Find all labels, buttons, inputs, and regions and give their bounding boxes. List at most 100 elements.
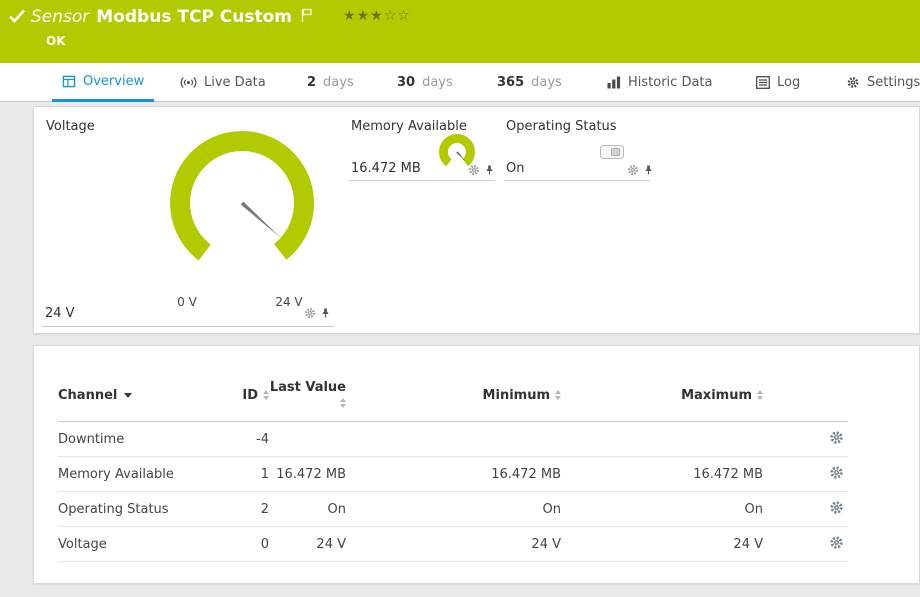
table-row[interactable]: Memory Available 1 16.472 MB 16.472 MB 1… bbox=[58, 457, 848, 492]
priority-stars[interactable]: ★★★☆☆ bbox=[343, 8, 411, 24]
pin-icon[interactable] bbox=[320, 307, 331, 319]
channel-last-value: 16.472 MB bbox=[269, 457, 346, 492]
pin-icon[interactable] bbox=[484, 164, 495, 176]
voltage-current-value: 24 V bbox=[45, 306, 75, 321]
sort-icon bbox=[263, 390, 269, 400]
tab-label: Settings bbox=[867, 75, 920, 90]
channel-settings-gear-icon[interactable] bbox=[304, 307, 316, 319]
sensor-title-row: Sensor Modbus TCP Custom ★★★☆☆ bbox=[31, 6, 411, 28]
column-label: Last Value bbox=[270, 380, 346, 395]
overview-icon bbox=[62, 75, 76, 88]
tab-historic-data[interactable]: Historic Data bbox=[605, 63, 715, 102]
gauge-scale-max: 24 V bbox=[272, 295, 306, 309]
tab-label: Log bbox=[777, 75, 800, 90]
content-area: Voltage 0 V 24 V 24 V Memory Available bbox=[0, 102, 920, 597]
tab-label: Overview bbox=[83, 74, 144, 89]
gauge-scale-min: 0 V bbox=[170, 295, 204, 309]
tab-30-days[interactable]: 30 days bbox=[395, 63, 455, 102]
tab-label: days bbox=[531, 75, 562, 90]
live-data-icon bbox=[180, 76, 197, 89]
table-row[interactable]: Downtime -4 bbox=[58, 422, 848, 457]
column-label: Maximum bbox=[681, 388, 752, 403]
tab-live-data[interactable]: Live Data bbox=[178, 63, 268, 102]
sort-icon bbox=[757, 390, 763, 400]
column-label: Channel bbox=[58, 388, 117, 403]
tab-label: Historic Data bbox=[628, 75, 713, 90]
channel-maximum bbox=[561, 422, 763, 457]
voltage-gauge-label: Voltage bbox=[46, 119, 95, 134]
gauges-panel: Voltage 0 V 24 V 24 V Memory Available bbox=[33, 106, 920, 334]
column-header-maximum[interactable]: Maximum bbox=[561, 372, 763, 422]
tab-2-days[interactable]: 2 days bbox=[305, 63, 356, 102]
channel-id: -4 bbox=[228, 422, 269, 457]
channel-name: Downtime bbox=[58, 422, 228, 457]
channel-minimum: 16.472 MB bbox=[346, 457, 561, 492]
gauge-needle bbox=[241, 202, 281, 238]
tab-period-number: 365 bbox=[497, 75, 524, 90]
memory-current-value: 16.472 MB bbox=[351, 161, 421, 176]
flag-icon[interactable] bbox=[301, 8, 312, 23]
tab-period-number: 2 bbox=[307, 75, 316, 90]
channel-last-value: On bbox=[269, 492, 346, 527]
divider bbox=[349, 180, 495, 181]
channel-settings-icon[interactable] bbox=[829, 465, 844, 480]
sensor-header: Sensor Modbus TCP Custom ★★★☆☆ OK bbox=[0, 0, 920, 63]
channel-maximum: 24 V bbox=[561, 527, 763, 562]
status-ok-check-icon bbox=[9, 9, 25, 23]
table-header-row: Channel ID Last Value Minimum Maximum bbox=[58, 372, 848, 422]
channel-maximum: On bbox=[561, 492, 763, 527]
stars-empty: ☆☆ bbox=[384, 8, 411, 24]
channel-minimum: On bbox=[346, 492, 561, 527]
voltage-gauge bbox=[152, 121, 332, 293]
table-row[interactable]: Voltage 0 24 V 24 V 24 V bbox=[58, 527, 848, 562]
table-row[interactable]: Operating Status 2 On On On bbox=[58, 492, 848, 527]
tab-settings[interactable]: Settings bbox=[844, 63, 920, 102]
tab-label: Live Data bbox=[204, 75, 266, 90]
channel-minimum bbox=[346, 422, 561, 457]
operating-status-value: On bbox=[506, 161, 524, 176]
tab-365-days[interactable]: 365 days bbox=[495, 63, 564, 102]
channel-last-value bbox=[269, 422, 346, 457]
switch-knob bbox=[611, 148, 620, 156]
tab-log[interactable]: Log bbox=[754, 63, 802, 102]
channel-name: Operating Status bbox=[58, 492, 228, 527]
gauge-needle bbox=[456, 151, 465, 161]
pin-icon[interactable] bbox=[643, 164, 654, 176]
column-label: ID bbox=[242, 388, 258, 403]
sort-desc-caret-icon bbox=[124, 393, 132, 398]
sort-icon bbox=[340, 398, 346, 408]
channel-settings-icon[interactable] bbox=[829, 535, 844, 550]
channel-id: 0 bbox=[228, 527, 269, 562]
column-header-channel[interactable]: Channel bbox=[58, 372, 228, 422]
tab-bar: Overview Live Data 2 days 30 days 365 da… bbox=[0, 63, 920, 102]
channel-name: Voltage bbox=[58, 527, 228, 562]
historic-data-icon bbox=[607, 76, 621, 89]
sensor-kind-label: Sensor bbox=[31, 7, 89, 27]
tab-period-number: 30 bbox=[397, 75, 415, 90]
channel-id: 1 bbox=[228, 457, 269, 492]
channel-last-value: 24 V bbox=[269, 527, 346, 562]
log-icon bbox=[756, 76, 770, 89]
channels-table: Channel ID Last Value Minimum Maximum Do… bbox=[58, 372, 848, 562]
sensor-status-badge: OK bbox=[46, 34, 66, 48]
tab-overview[interactable]: Overview bbox=[52, 63, 154, 102]
tab-label: days bbox=[323, 75, 354, 90]
divider bbox=[504, 180, 650, 181]
channel-settings-icon[interactable] bbox=[829, 430, 844, 445]
tab-label: days bbox=[422, 75, 453, 90]
column-header-id[interactable]: ID bbox=[228, 372, 269, 422]
column-header-actions bbox=[763, 372, 848, 422]
voltage-gauge-actions bbox=[304, 307, 331, 319]
column-header-last-value[interactable]: Last Value bbox=[269, 372, 346, 422]
channel-settings-gear-icon[interactable] bbox=[468, 164, 480, 176]
column-header-minimum[interactable]: Minimum bbox=[346, 372, 561, 422]
operating-gauge-actions bbox=[627, 164, 654, 176]
stars-filled: ★★★ bbox=[343, 8, 384, 24]
channel-settings-icon[interactable] bbox=[829, 500, 844, 515]
channel-settings-gear-icon[interactable] bbox=[627, 164, 639, 176]
divider bbox=[42, 326, 334, 327]
memory-gauge-actions bbox=[468, 164, 495, 176]
sensor-title: Modbus TCP Custom bbox=[96, 7, 292, 27]
sort-icon bbox=[555, 390, 561, 400]
channel-name: Memory Available bbox=[58, 457, 228, 492]
